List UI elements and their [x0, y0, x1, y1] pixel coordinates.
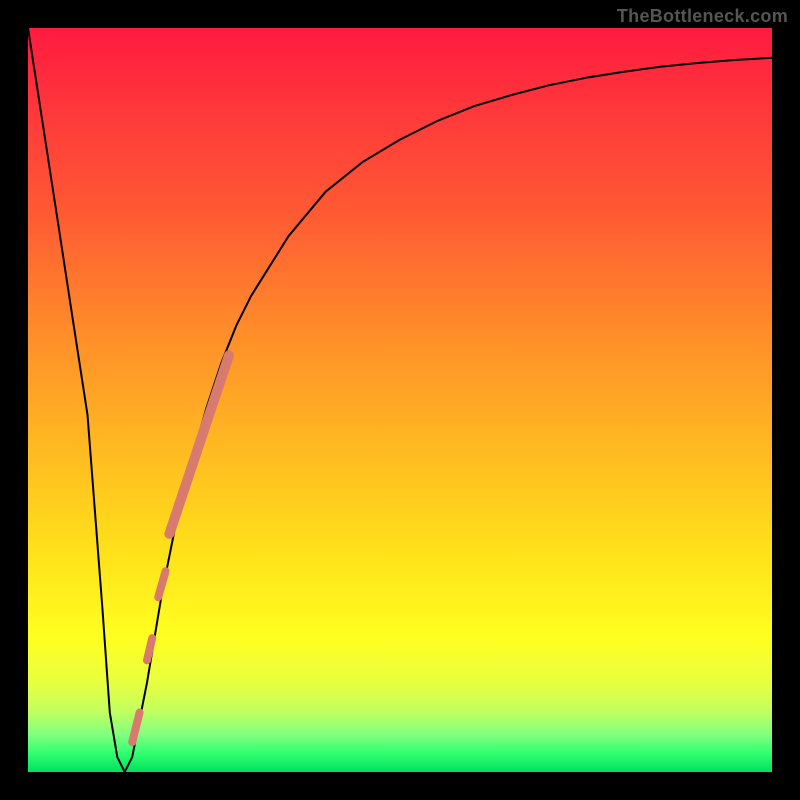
marker-segment	[169, 355, 229, 534]
curve-svg	[28, 28, 772, 772]
bottleneck-curve	[28, 28, 772, 772]
plot-area	[28, 28, 772, 772]
marker-segment	[147, 638, 152, 660]
marker-segment	[132, 713, 139, 743]
chart-container: TheBottleneck.com	[0, 0, 800, 800]
watermark-text: TheBottleneck.com	[617, 6, 788, 27]
marker-segment	[158, 571, 165, 597]
